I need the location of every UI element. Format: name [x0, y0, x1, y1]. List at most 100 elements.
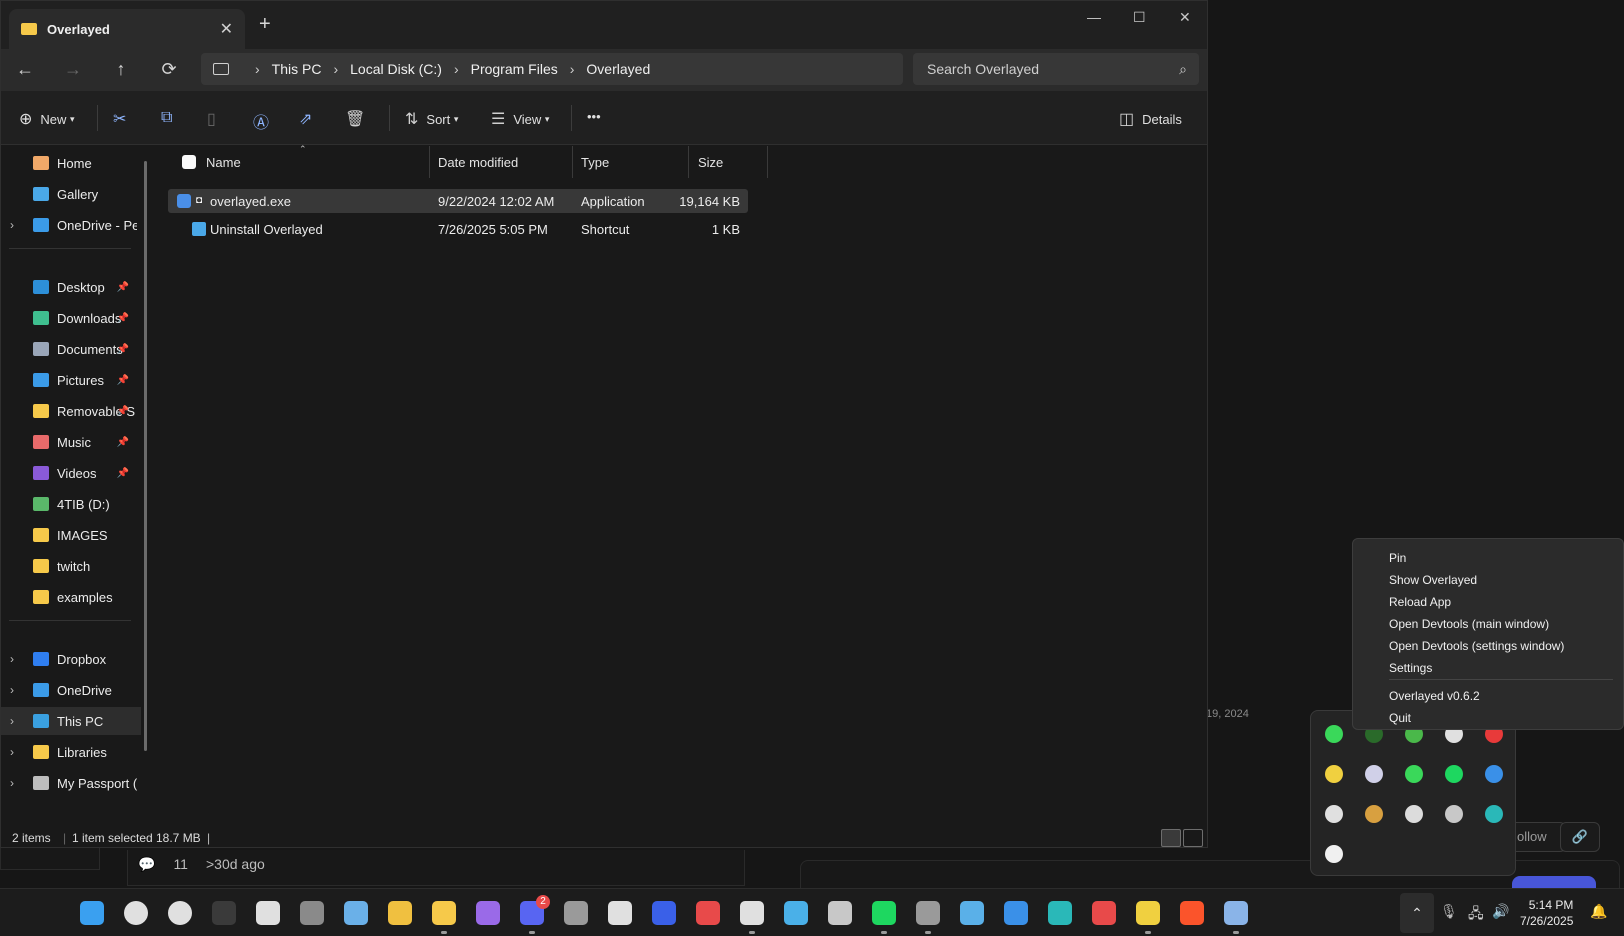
circle-app-icon[interactable] [1048, 901, 1072, 925]
sidebar-item[interactable]: › My Passport (E:) [1, 769, 141, 797]
sidebar-item[interactable]: IMAGES [1, 521, 141, 549]
twitch-icon[interactable] [476, 901, 500, 925]
sidebar-item[interactable]: Gallery [1, 180, 141, 208]
sidebar-item[interactable]: › This PC [1, 707, 141, 735]
norton-icon[interactable] [1325, 765, 1343, 783]
up-button[interactable]: ↑ [109, 59, 133, 80]
sidebar-item[interactable]: Home [1, 149, 141, 177]
sidebar-item[interactable]: › OneDrive [1, 676, 141, 704]
copy-button[interactable]: ⧉ [161, 109, 180, 127]
waveform-icon[interactable] [1004, 901, 1028, 925]
globe-app-icon[interactable] [1136, 901, 1160, 925]
sidebar-item[interactable]: 4TIB (D:) [1, 490, 141, 518]
table-row[interactable]: ◘ overlayed.exe 9/22/2024 12:02 AM Appli… [168, 189, 748, 213]
calendar-icon[interactable] [696, 901, 720, 925]
chevron-right-icon[interactable]: › [1, 652, 23, 666]
breadcrumb-item[interactable]: Overlayed [586, 61, 650, 77]
sidebar-item[interactable]: Documents 📌 [1, 335, 141, 363]
breadcrumb[interactable]: › This PC › Local Disk (C:) › Program Fi… [201, 53, 903, 85]
search-icon[interactable] [124, 901, 148, 925]
microphone-icon[interactable]: 🎙 [1440, 903, 1458, 920]
forward-button[interactable]: → [61, 59, 85, 80]
sidebar-item[interactable]: twitch [1, 552, 141, 580]
menu-item[interactable]: Reload App [1389, 595, 1451, 609]
video-editor-icon[interactable] [784, 901, 808, 925]
back-button[interactable]: ← [13, 59, 37, 80]
column-header-type[interactable]: Type [581, 146, 609, 178]
network-app-icon[interactable] [960, 901, 984, 925]
breadcrumb-item[interactable]: This PC [272, 61, 322, 77]
game-icon[interactable] [300, 901, 324, 925]
spotify-icon[interactable] [1445, 765, 1463, 783]
menu-item[interactable]: Open Devtools (settings window) [1389, 639, 1564, 653]
link-icon[interactable]: 🔗 [1560, 822, 1600, 852]
menu-item[interactable]: Open Devtools (main window) [1389, 617, 1549, 631]
new-button[interactable]: ⊕ New ▾ [19, 109, 75, 129]
delete-button[interactable]: 🗑 [345, 109, 373, 129]
sidebar-item[interactable]: › OneDrive - Pers [1, 211, 141, 239]
usb-stick-icon[interactable] [1325, 805, 1343, 823]
app-grid-icon[interactable] [1365, 805, 1383, 823]
sidebar-item[interactable]: Pictures 📌 [1, 366, 141, 394]
cup-icon[interactable] [1405, 805, 1423, 823]
settings-gear-icon[interactable] [256, 901, 280, 925]
menu-item[interactable]: Settings [1389, 661, 1432, 675]
settings-icon[interactable] [1224, 901, 1248, 925]
sidebar-item[interactable]: › Libraries [1, 738, 141, 766]
share-button[interactable]: ⇗ [299, 109, 320, 129]
rename-button[interactable]: Ⓐ [253, 109, 277, 133]
column-header-size[interactable]: Size [698, 146, 723, 178]
maximize-button[interactable]: ☐ [1133, 9, 1146, 26]
voicemeeter-icon[interactable] [1092, 901, 1116, 925]
view-button[interactable]: ☰ View ▾ [491, 109, 549, 129]
recorder-icon[interactable] [1325, 845, 1343, 863]
pen-icon[interactable] [608, 901, 632, 925]
breadcrumb-item[interactable]: Local Disk (C:) [350, 61, 442, 77]
volume-icon[interactable]: 🔊 [1492, 903, 1509, 920]
chevron-right-icon[interactable]: › [1, 745, 23, 759]
table-row[interactable]: Uninstall Overlayed 7/26/2025 5:05 PM Sh… [168, 217, 748, 241]
more-options-button[interactable]: ••• [587, 109, 601, 124]
spotify-icon[interactable] [872, 901, 896, 925]
details-button[interactable]: ◫ Details [1119, 109, 1182, 129]
nav-scrollbar[interactable] [144, 161, 147, 751]
defender-warning-icon[interactable] [1485, 765, 1503, 783]
chat-app-icon[interactable] [828, 901, 852, 925]
menu-item-quit[interactable]: Quit [1389, 711, 1411, 725]
explorer-tab[interactable]: Overlayed ✕ [9, 9, 245, 49]
cut-button[interactable]: ✂ [113, 109, 134, 129]
new-tab-button[interactable]: + [259, 13, 271, 36]
file-explorer-icon[interactable] [432, 901, 456, 925]
chevron-right-icon[interactable]: › [1, 683, 23, 697]
column-header-name[interactable]: Name [206, 146, 241, 178]
printer-app-icon[interactable] [740, 901, 764, 925]
printer-icon[interactable] [1365, 765, 1383, 783]
steam-icon[interactable] [344, 901, 368, 925]
xbox-icon[interactable] [1405, 765, 1423, 783]
minimize-button[interactable]: — [1087, 9, 1101, 25]
mouse-icon[interactable] [212, 901, 236, 925]
sidebar-item[interactable]: Desktop 📌 [1, 273, 141, 301]
tool-icon[interactable] [1485, 805, 1503, 823]
menu-item[interactable]: Pin [1389, 551, 1406, 565]
sidebar-item[interactable]: › Dropbox [1, 645, 141, 673]
chevron-right-icon[interactable]: › [1, 714, 23, 728]
sidebar-item[interactable]: Music 📌 [1, 428, 141, 456]
globe-icon[interactable] [1445, 805, 1463, 823]
obs-icon[interactable] [916, 901, 940, 925]
chevron-right-icon[interactable]: › [1, 218, 23, 232]
sidebar-item[interactable]: Removable S 📌 [1, 397, 141, 425]
close-tab-icon[interactable]: ✕ [220, 19, 233, 39]
breadcrumb-item[interactable]: Program Files [471, 61, 558, 77]
keyboard-icon[interactable] [652, 901, 676, 925]
sidebar-item[interactable]: Downloads 📌 [1, 304, 141, 332]
sort-button[interactable]: ⇅ Sort ▾ [405, 109, 458, 129]
start-icon[interactable] [80, 901, 104, 925]
sidebar-item[interactable]: Videos 📌 [1, 459, 141, 487]
clock[interactable]: 5:14 PM 7/26/2025 [1520, 897, 1573, 929]
search-input[interactable]: Search Overlayed ⌕ [913, 53, 1199, 85]
tiles-view-button[interactable] [1183, 829, 1203, 847]
refresh-button[interactable]: ⟳ [157, 59, 181, 80]
details-view-button[interactable] [1161, 829, 1181, 847]
close-window-button[interactable]: ✕ [1179, 9, 1191, 26]
